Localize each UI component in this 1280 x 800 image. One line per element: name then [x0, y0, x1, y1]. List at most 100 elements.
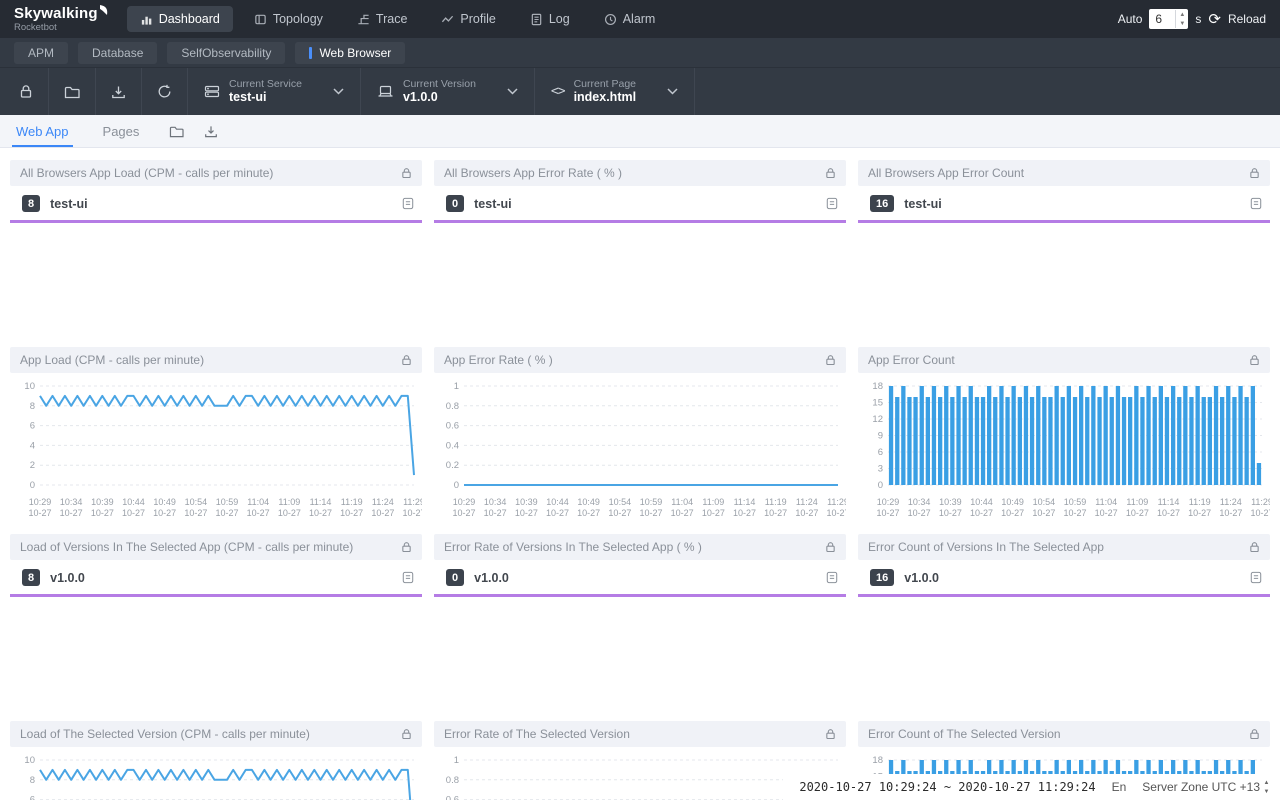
nav-label: Profile [460, 12, 495, 26]
svg-text:10-27: 10-27 [1188, 508, 1211, 518]
lock-icon[interactable] [825, 728, 836, 740]
current-version-selector[interactable]: Current Version v1.0.0 [361, 68, 535, 115]
server-zone-control: Server Zone UTC +13 ▲▼ [1142, 778, 1272, 796]
lock-icon[interactable] [401, 167, 412, 179]
clipboard-icon[interactable] [1250, 197, 1262, 210]
panel-title: Error Rate of Versions In The Selected A… [444, 540, 825, 554]
metric-progress-bar [434, 594, 846, 597]
lock-icon[interactable] [1249, 728, 1260, 740]
tab-web-app[interactable]: Web App [12, 116, 73, 147]
auto-interval-stepper[interactable]: ▲▼ [1175, 10, 1188, 28]
nav-item-log[interactable]: Log [517, 6, 583, 32]
download-icon[interactable] [204, 125, 218, 138]
clipboard-icon[interactable] [402, 197, 414, 210]
export-templates-button[interactable] [96, 68, 142, 115]
group-tab-selfobservability[interactable]: SelfObservability [167, 42, 285, 64]
clipboard-icon[interactable] [826, 197, 838, 210]
time-range[interactable]: 2020-10-27 10:29:24 ~ 2020-10-27 11:29:2… [799, 780, 1095, 794]
auto-interval-input[interactable]: ▲▼ [1149, 9, 1188, 29]
svg-text:10-27: 10-27 [970, 508, 993, 518]
refresh-templates-button[interactable] [142, 68, 188, 115]
lock-icon[interactable] [401, 728, 412, 740]
selector-value: index.html [574, 90, 637, 104]
svg-text:10: 10 [24, 755, 35, 766]
svg-text:11:09: 11:09 [702, 497, 724, 507]
language-toggle[interactable]: En [1112, 780, 1127, 794]
svg-text:11:24: 11:24 [796, 497, 818, 507]
panel-all-browsers-app-error-count: All Browsers App Error Count 16 test-ui [858, 160, 1270, 347]
group-tab-web-browser[interactable]: Web Browser [295, 42, 405, 64]
panel-all-browsers-app-error-rate: All Browsers App Error Rate ( % ) 0 test… [434, 160, 846, 347]
clipboard-icon[interactable] [826, 571, 838, 584]
clipboard-icon[interactable] [402, 571, 414, 584]
nav-item-profile[interactable]: Profile [428, 6, 508, 32]
reload-icon[interactable]: ⟳ [1208, 10, 1221, 28]
folder-icon[interactable] [169, 125, 184, 138]
import-templates-button[interactable] [49, 68, 96, 115]
current-service-selector[interactable]: Current Service test-ui [188, 68, 361, 115]
svg-text:10:59: 10:59 [640, 497, 663, 507]
svg-text:10:39: 10:39 [939, 497, 962, 507]
svg-text:4: 4 [30, 440, 35, 451]
svg-text:6: 6 [30, 421, 35, 432]
svg-text:10-27: 10-27 [795, 508, 818, 518]
svg-text:11:29: 11:29 [403, 497, 422, 507]
svg-text:15: 15 [872, 398, 883, 409]
lock-icon[interactable] [825, 541, 836, 553]
svg-text:11:14: 11:14 [1158, 497, 1180, 507]
svg-text:11:09: 11:09 [1126, 497, 1148, 507]
lock-icon[interactable] [401, 354, 412, 366]
svg-text:0.8: 0.8 [446, 401, 459, 412]
group-tab-database[interactable]: Database [78, 42, 157, 64]
lock-icon[interactable] [1249, 541, 1260, 553]
logo-title: Skywalking [14, 6, 98, 21]
nav-item-topology[interactable]: Topology [241, 6, 336, 32]
panel-title: App Error Rate ( % ) [444, 353, 825, 367]
svg-text:0: 0 [30, 480, 35, 491]
nav-label: Alarm [623, 12, 656, 26]
svg-text:18: 18 [872, 755, 883, 766]
metric-name[interactable]: test-ui [904, 197, 1250, 211]
panel-title: Error Rate of The Selected Version [444, 727, 825, 741]
lock-icon[interactable] [1249, 354, 1260, 366]
metric-name[interactable]: test-ui [474, 197, 826, 211]
app-error-rate-line-chart: 00.20.40.60.8110:2910-2710:3410-2710:391… [434, 373, 846, 531]
active-tab-indicator [309, 47, 312, 59]
svg-text:10-27: 10-27 [153, 508, 176, 518]
lock-icon[interactable] [401, 541, 412, 553]
selector-value: test-ui [229, 90, 302, 104]
metric-name[interactable]: v1.0.0 [904, 571, 1250, 585]
svg-text:11:24: 11:24 [1220, 497, 1242, 507]
clipboard-icon[interactable] [1250, 571, 1262, 584]
tab-pages[interactable]: Pages [99, 116, 144, 147]
current-page-selector[interactable]: <> Current Page index.html [535, 68, 695, 115]
metric-value-badge: 8 [22, 195, 40, 212]
main-menu: Dashboard Topology Trace Profile Log Ala… [127, 6, 669, 32]
metric-name[interactable]: v1.0.0 [474, 571, 826, 585]
svg-text:10-27: 10-27 [1250, 508, 1270, 518]
lock-edit-button[interactable] [4, 68, 49, 115]
panel-title: App Error Count [868, 353, 1249, 367]
svg-text:0.6: 0.6 [446, 795, 459, 800]
server-zone-stepper[interactable]: ▲▼ [1261, 778, 1272, 796]
metric-name[interactable]: test-ui [50, 197, 402, 211]
bar-chart-icon [140, 13, 153, 26]
svg-text:10-27: 10-27 [764, 508, 787, 518]
svg-text:10:59: 10:59 [216, 497, 239, 507]
nav-item-trace[interactable]: Trace [344, 6, 421, 32]
svg-text:10:44: 10:44 [970, 497, 993, 507]
nav-label: Dashboard [159, 12, 220, 26]
auto-interval-value[interactable] [1149, 12, 1175, 26]
nav-item-dashboard[interactable]: Dashboard [127, 6, 233, 32]
lock-icon [19, 84, 33, 99]
lock-icon[interactable] [825, 167, 836, 179]
group-tab-apm[interactable]: APM [14, 42, 68, 64]
metric-name[interactable]: v1.0.0 [50, 571, 402, 585]
log-icon [530, 13, 543, 26]
nav-item-alarm[interactable]: Alarm [591, 6, 669, 32]
svg-text:10:34: 10:34 [484, 497, 507, 507]
reload-label[interactable]: Reload [1228, 12, 1266, 26]
svg-text:10-27: 10-27 [484, 508, 507, 518]
lock-icon[interactable] [1249, 167, 1260, 179]
lock-icon[interactable] [825, 354, 836, 366]
